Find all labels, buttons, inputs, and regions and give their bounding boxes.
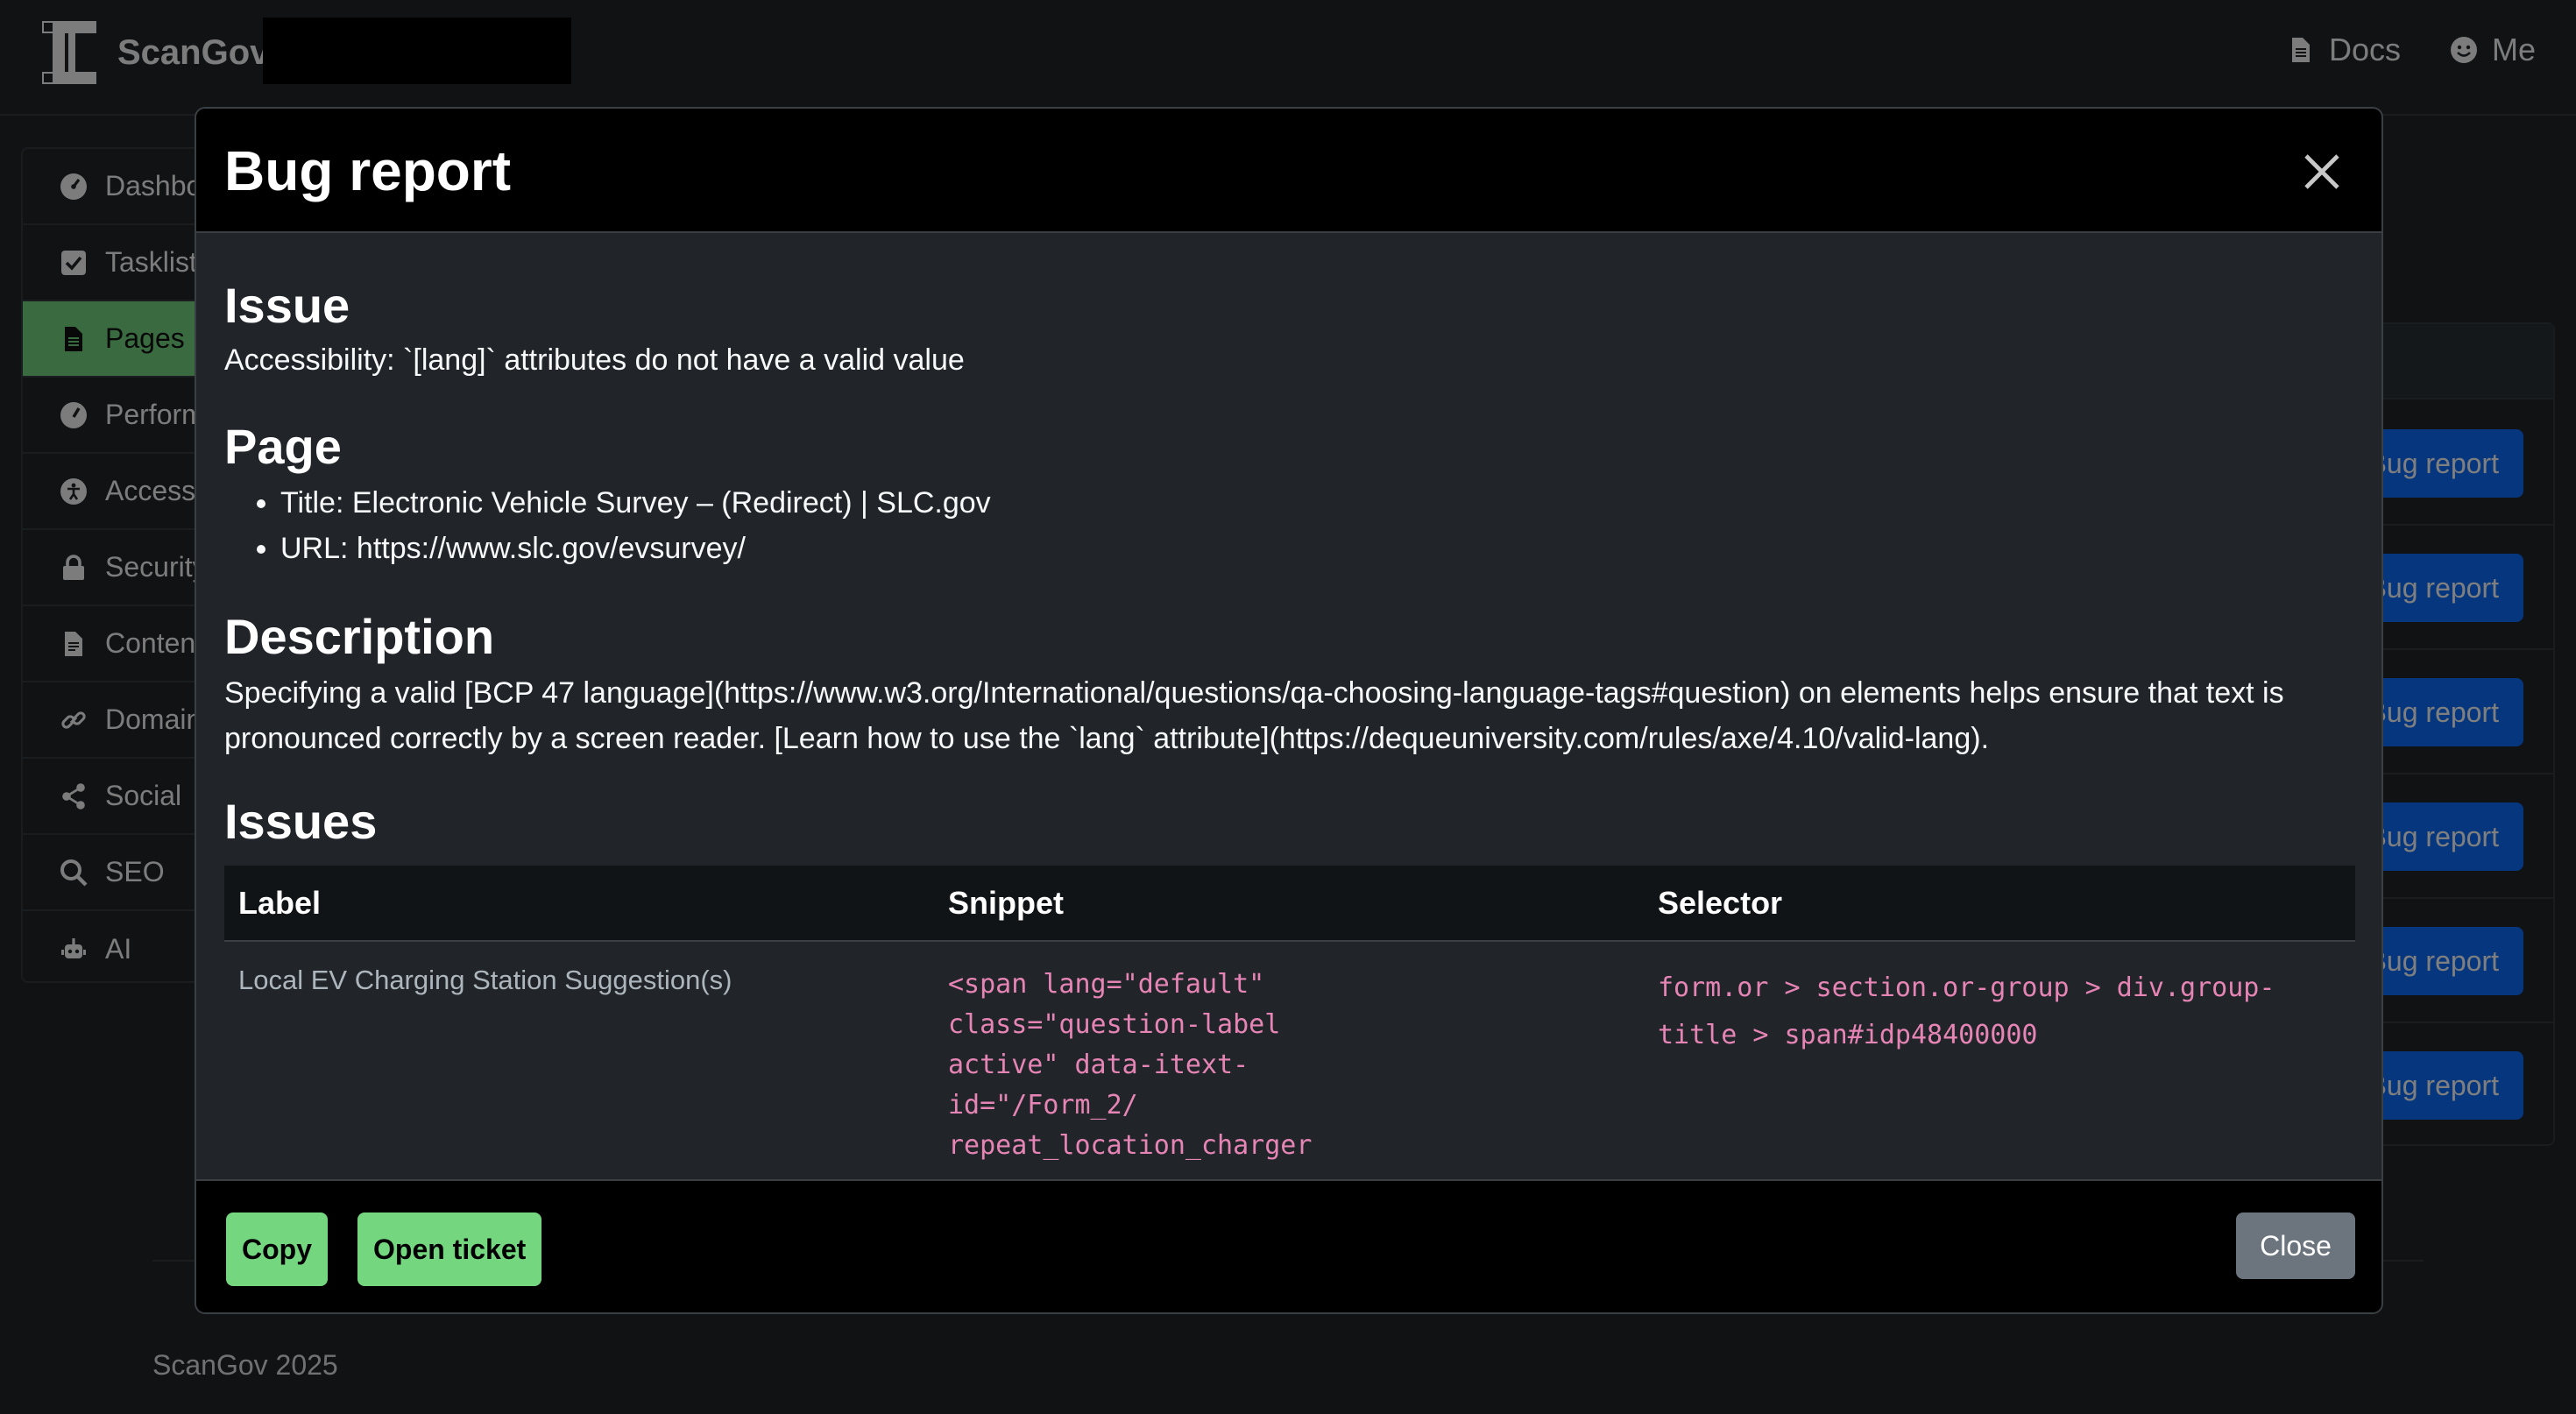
modal-title: Bug report: [224, 139, 512, 202]
description-heading: Description: [224, 609, 495, 664]
page-title-item: Title: Electronic Vehicle Survey – (Redi…: [280, 480, 2353, 526]
bug-report-modal: Bug report Issue Accessibility: `[lang]`…: [195, 107, 2383, 1314]
table-row: Local EV Charging Station Suggestion(s) …: [224, 941, 2355, 1189]
column-header-snippet: Snippet: [934, 866, 1644, 942]
page-details-list: Title: Electronic Vehicle Survey – (Redi…: [224, 480, 2353, 571]
issues-heading: Issues: [224, 794, 378, 849]
issue-heading: Issue: [224, 278, 350, 333]
column-header-label: Label: [224, 866, 934, 942]
table-header-row: Label Snippet Selector: [224, 866, 2355, 942]
page-heading: Page: [224, 419, 342, 474]
description-text: Specifying a valid [BCP 47 language](htt…: [224, 676, 2284, 755]
close-button[interactable]: Close: [2236, 1213, 2355, 1279]
issue-text: Accessibility: `[lang]` attributes do no…: [224, 343, 965, 377]
open-ticket-button[interactable]: Open ticket: [357, 1213, 542, 1286]
page-url-item: URL: https://www.slc.gov/evsurvey/: [280, 526, 2353, 571]
modal-body: Issue Accessibility: `[lang]` attributes…: [196, 233, 2381, 1288]
modal-header: Bug report: [196, 109, 2381, 233]
issue-selector-cell: form.or > section.or-group > div.group- …: [1644, 941, 2355, 1189]
close-icon[interactable]: [2301, 151, 2343, 193]
modal-footer: Copy Open ticket Close: [196, 1179, 2381, 1312]
column-header-selector: Selector: [1644, 866, 2355, 942]
issue-label-cell: Local EV Charging Station Suggestion(s): [224, 941, 934, 1189]
copy-button[interactable]: Copy: [226, 1213, 328, 1286]
issues-table: Label Snippet Selector Local EV Charging…: [224, 866, 2355, 1189]
issue-snippet-cell: <span lang="default" class="question-lab…: [934, 941, 1644, 1189]
